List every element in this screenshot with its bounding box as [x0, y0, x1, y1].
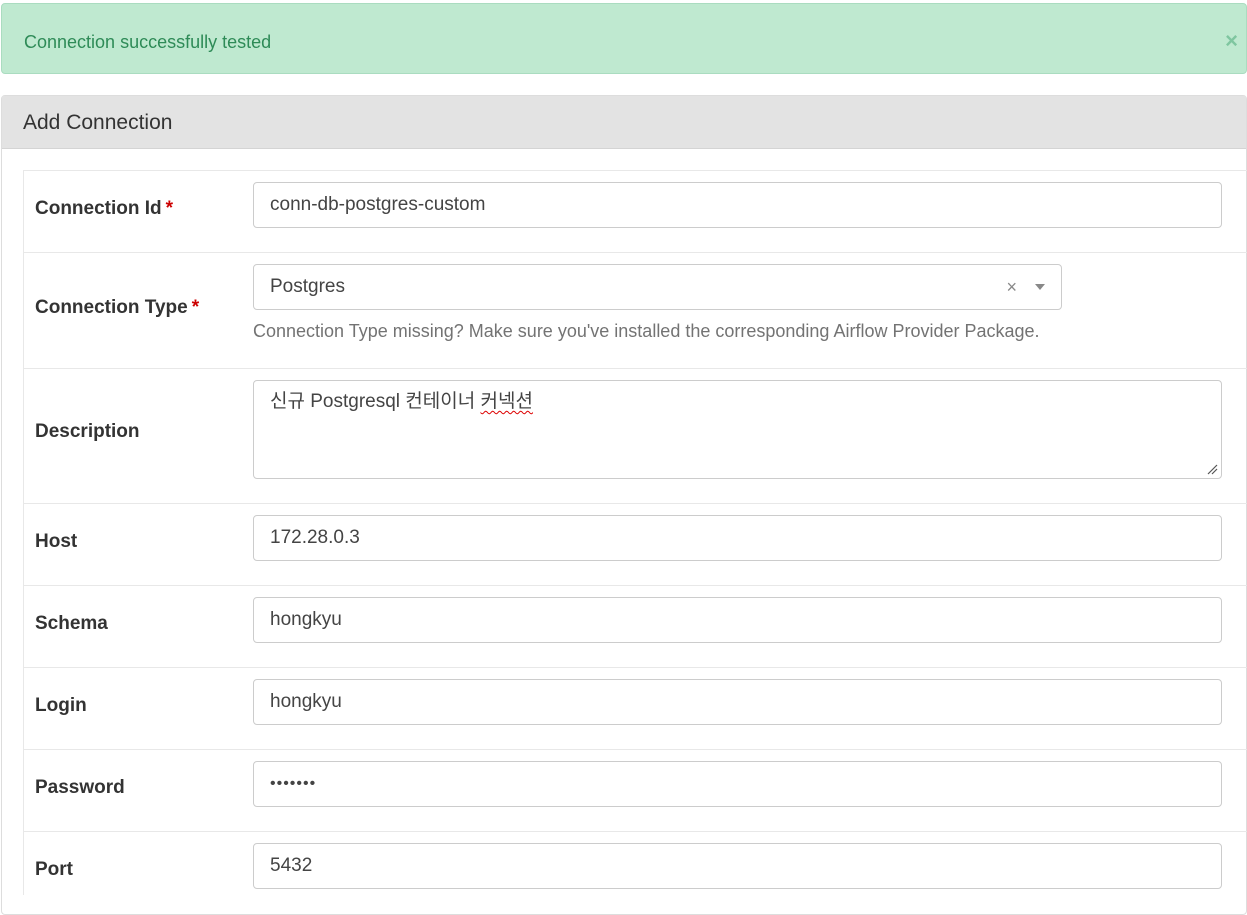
connection-type-row: Connection Type * Postgres × Connection T… — [23, 252, 1247, 368]
connection-id-value: conn-db-postgres-custom — [270, 194, 486, 215]
schema-input[interactable]: hongkyu — [253, 597, 1222, 643]
port-label: Port — [35, 859, 73, 880]
login-value: hongkyu — [270, 691, 342, 712]
resize-handle-icon[interactable] — [1206, 463, 1218, 475]
host-value: 172.28.0.3 — [270, 527, 360, 548]
connection-type-value: Postgres — [270, 276, 345, 297]
connection-type-label-text: Connection Type — [35, 297, 188, 318]
host-row: Host 172.28.0.3 — [23, 503, 1247, 585]
connection-id-row: Connection Id * conn-db-postgres-custom — [23, 170, 1247, 252]
port-input[interactable]: 5432 — [253, 843, 1222, 889]
page-title: Add Connection — [23, 111, 173, 134]
connection-id-label-text: Connection Id — [35, 198, 162, 219]
chevron-down-icon[interactable] — [1035, 284, 1045, 290]
login-input[interactable]: hongkyu — [253, 679, 1222, 725]
password-input[interactable]: ••••••• — [253, 761, 1222, 807]
schema-label: Schema — [35, 613, 108, 634]
required-mark: * — [165, 198, 174, 219]
alert-message: Connection successfully tested — [24, 32, 272, 52]
close-icon[interactable]: × — [1225, 30, 1238, 52]
description-row: Description 신규 Postgresql 컨테이너 커넥션 — [23, 368, 1247, 503]
misspelled-word: 커넥션 — [480, 391, 533, 412]
connection-type-help: Connection Type missing? Make sure you'v… — [253, 321, 1040, 341]
connection-id-input[interactable]: conn-db-postgres-custom — [253, 182, 1222, 228]
description-text: 신규 Postgresql 컨테이너 — [270, 391, 481, 412]
connection-type-select[interactable]: Postgres × — [253, 264, 1062, 310]
description-label: Description — [35, 421, 140, 442]
panel-heading: Add Connection — [2, 96, 1246, 149]
connection-type-label: Connection Type * — [35, 297, 199, 319]
host-input[interactable]: 172.28.0.3 — [253, 515, 1222, 561]
password-label: Password — [35, 777, 125, 798]
host-label: Host — [35, 531, 78, 552]
schema-value: hongkyu — [270, 609, 342, 630]
description-value: 신규 Postgresql 컨테이너 커넥션 — [270, 391, 533, 413]
port-row: Port 5432 — [23, 831, 1247, 895]
login-label: Login — [35, 695, 87, 716]
password-value: ••••••• — [270, 775, 317, 792]
schema-row: Schema hongkyu — [23, 585, 1247, 667]
description-textarea[interactable]: 신규 Postgresql 컨테이너 커넥션 — [253, 380, 1222, 479]
password-row: Password ••••••• — [23, 749, 1247, 831]
required-mark: * — [191, 297, 200, 318]
clear-icon[interactable]: × — [1006, 276, 1017, 298]
success-alert: Connection successfully tested × — [1, 3, 1247, 74]
login-row: Login hongkyu — [23, 667, 1247, 749]
connection-id-label: Connection Id * — [35, 198, 173, 220]
port-value: 5432 — [270, 855, 313, 876]
